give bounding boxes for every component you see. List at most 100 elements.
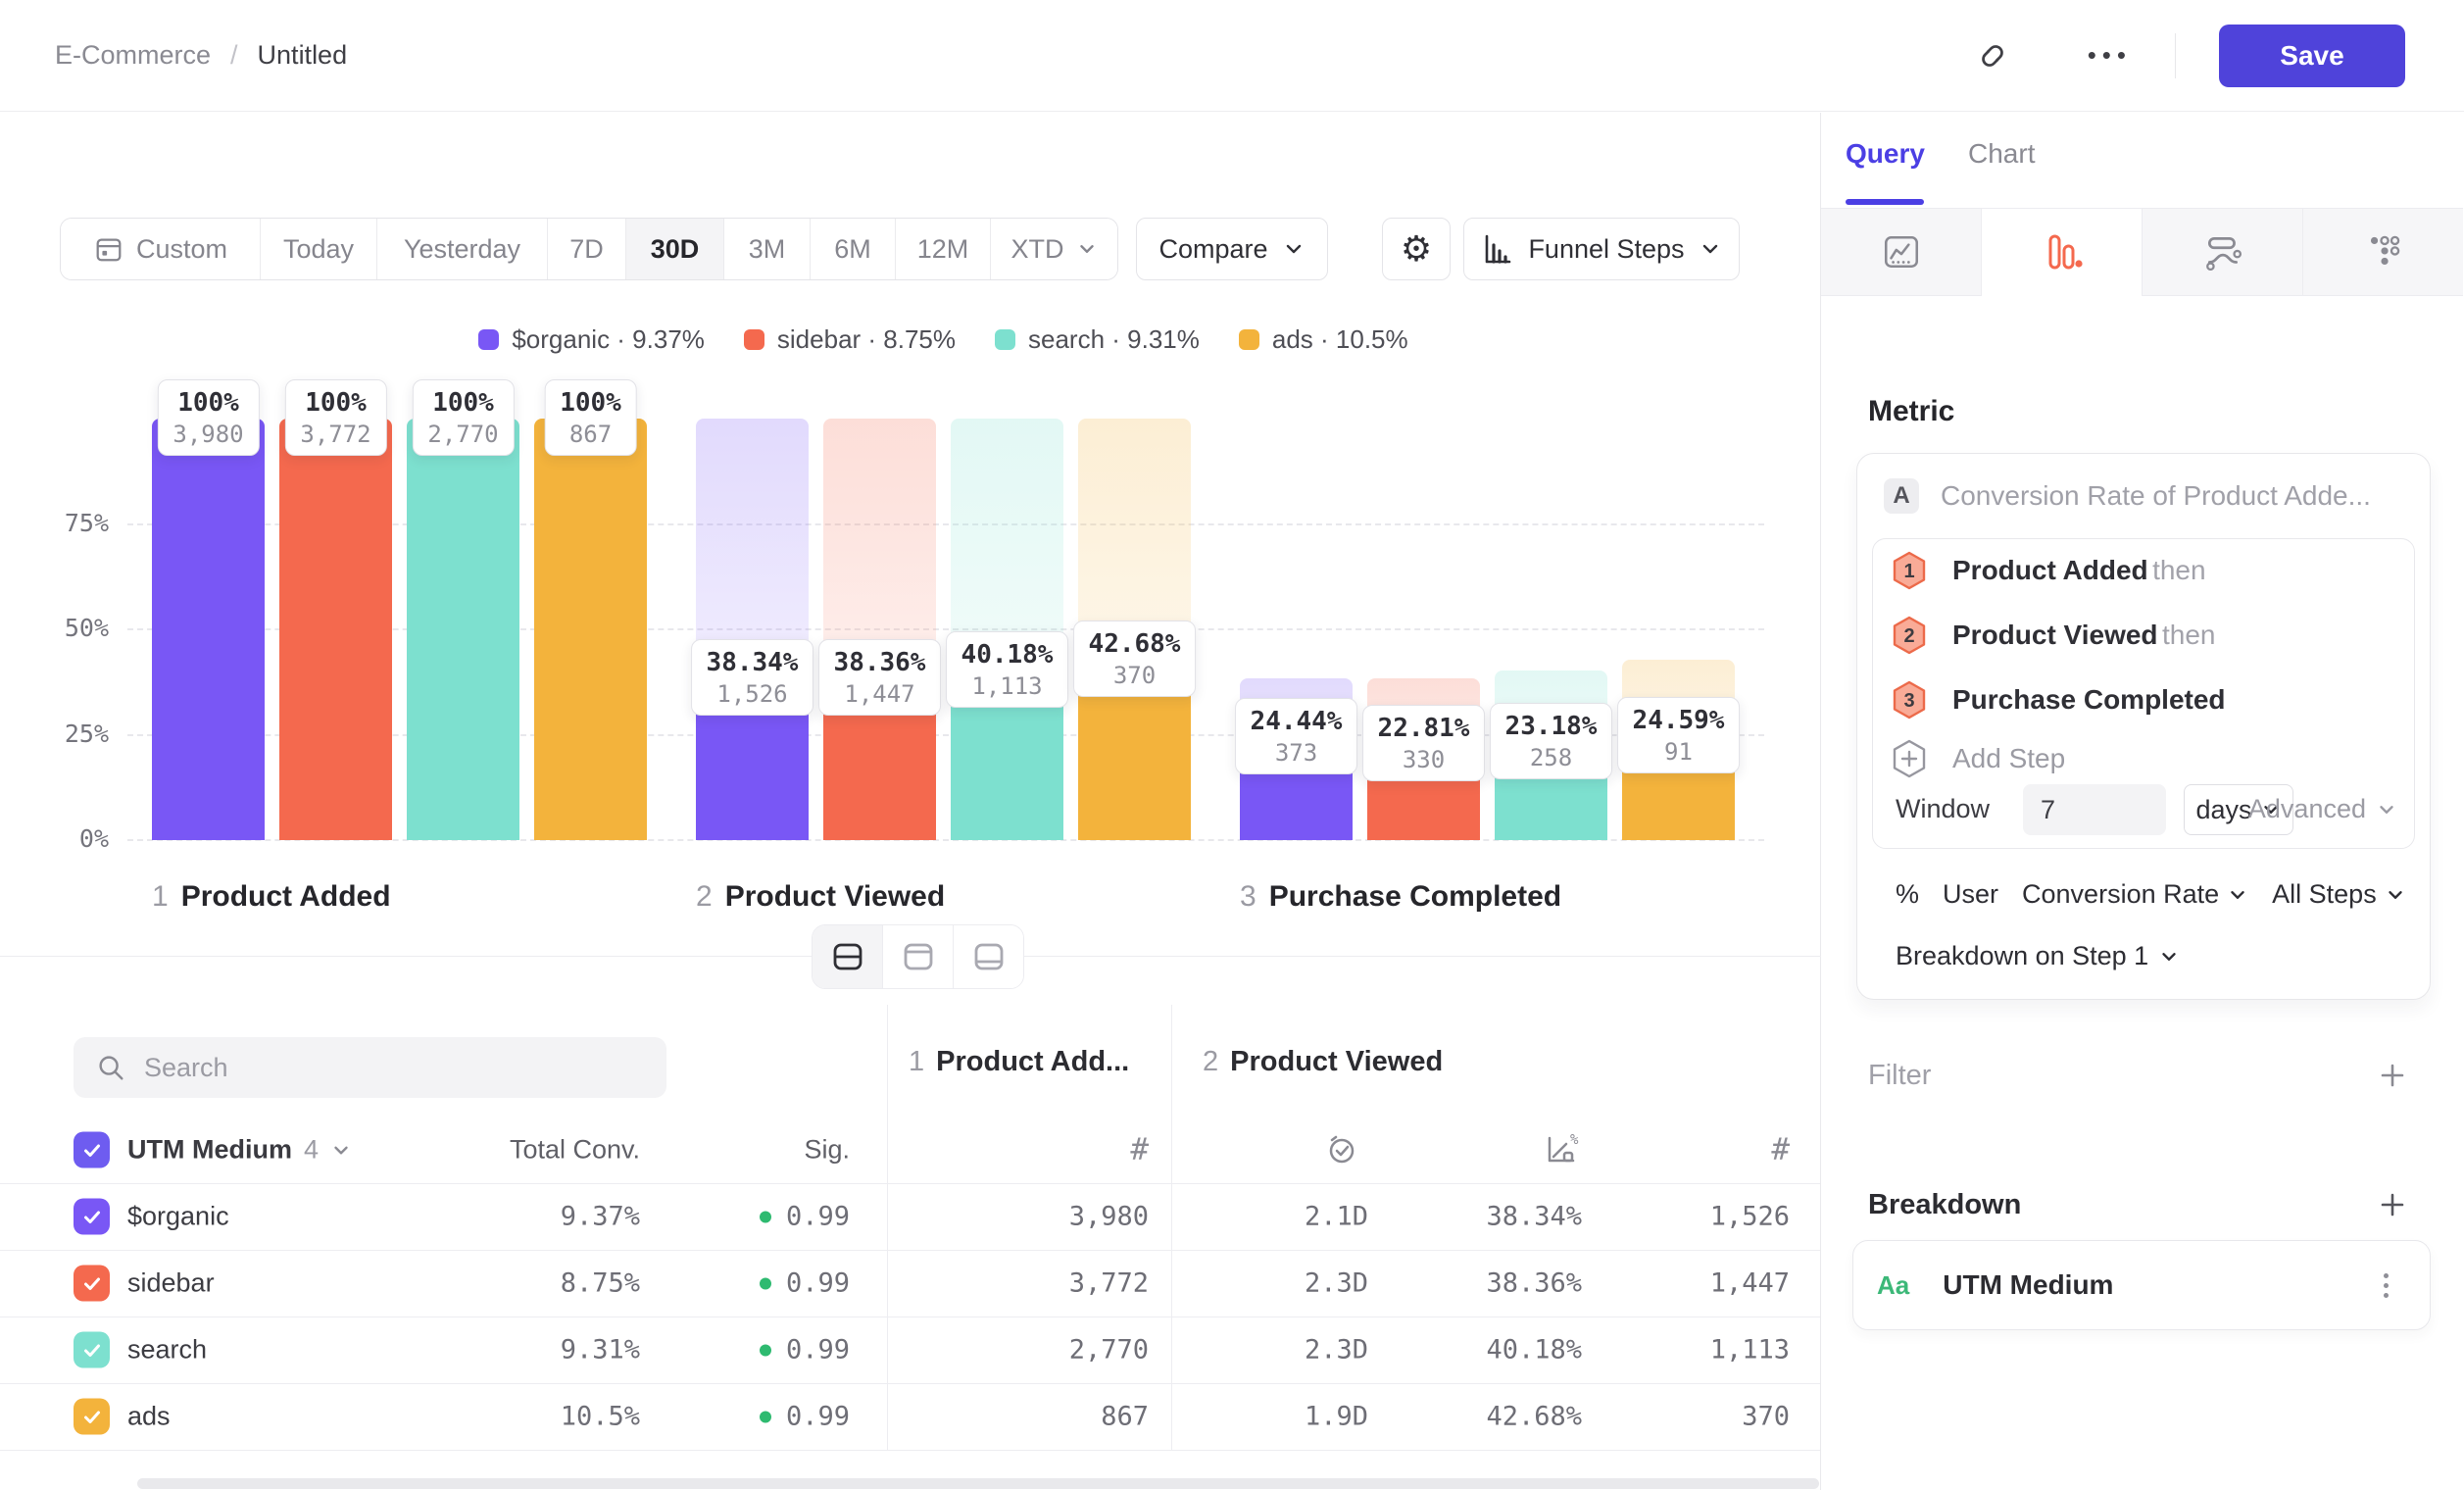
kebab-menu-icon[interactable] [2378,1267,2394,1304]
save-button[interactable]: Save [2219,25,2405,87]
funnel-bar[interactable] [407,419,519,840]
row-conv-rate: 38.34% [1486,1202,1582,1232]
bar-value-label: 100%3,980 [157,379,259,456]
bar-count: 373 [1251,738,1343,768]
row-step2-count: 1,113 [1710,1335,1790,1366]
table-group-header-step1: 1Product Add... [909,1046,1129,1078]
row-total-conv: 9.37% [561,1202,640,1232]
row-checkbox[interactable] [74,1266,110,1302]
query-step-name: Product Viewed [1952,620,2158,650]
svg-text:3: 3 [1903,690,1914,712]
breadcrumb-title[interactable]: Untitled [258,40,348,71]
total-conv-column-header[interactable]: Total Conv. [510,1135,640,1166]
more-menu-button[interactable]: ••• [2088,40,2132,71]
table-row[interactable]: sidebar8.75%0.993,7722.3D38.36%1,447 [0,1250,1820,1317]
query-step-1[interactable]: 1Product Added then [1892,551,2206,590]
funnel-bar[interactable] [152,419,265,840]
step-connector: then [2162,620,2216,650]
step-name: Product Added [181,880,391,913]
count-column-icon[interactable]: # [1130,1132,1149,1167]
bar-count: 1,447 [834,679,926,709]
layout-split-icon [829,938,866,975]
row-name: sidebar [127,1268,215,1299]
row-checkbox[interactable] [74,1399,110,1435]
metric-title-row[interactable]: A Conversion Rate of Product Adde... [1884,478,2371,514]
table-row[interactable]: ads10.5%0.998671.9D42.68%370 [0,1383,1820,1451]
bar-value-label: 100%867 [544,379,637,456]
measure-scope-dropdown[interactable]: All Steps [2272,879,2406,910]
converted-column-icon[interactable]: # [1771,1132,1790,1167]
add-breakdown-button[interactable] [2373,1185,2412,1224]
table-row[interactable]: $organic9.37%0.993,9802.1D38.34%1,526 [0,1183,1820,1251]
add-step-button[interactable]: Add Step [1892,739,2065,778]
select-all-checkbox[interactable] [74,1132,110,1168]
y-axis-tick: 0% [29,824,109,853]
bar-value-label: 24.59%91 [1617,697,1741,773]
measure-prefix: % [1896,879,1919,910]
time-to-convert-column-icon[interactable] [1322,1130,1361,1169]
report-content: CustomTodayYesterday7D30D3M6M12MXTD Comp… [0,113,1821,1490]
window-value-input[interactable] [2023,784,2166,835]
bar-percent: 42.68% [1089,627,1181,661]
chart-type-line-tab[interactable] [1821,209,1981,295]
table-row[interactable]: search9.31%0.992,7702.3D40.18%1,113 [0,1316,1820,1384]
bar-count: 1,113 [961,671,1054,701]
measure-entity[interactable]: User [1943,879,1998,910]
bar-count: 370 [1089,661,1181,690]
bar-percent: 38.34% [707,646,799,679]
search-input[interactable] [142,1052,666,1084]
chevron-down-icon [2227,884,2248,906]
breakdown-on-dropdown[interactable]: Breakdown on Step 1 [1896,941,2180,971]
bar-value-label: 38.34%1,526 [691,639,814,716]
funnel-bar[interactable] [534,419,647,840]
share-link-button[interactable] [1966,29,2019,82]
conversion-rate-column-icon[interactable]: % [1542,1130,1581,1169]
link-icon [1974,37,2011,74]
row-name: $organic [127,1202,229,1232]
dots-grid-icon [2363,231,2404,273]
row-checkbox[interactable] [74,1332,110,1368]
topbar-actions: ••• Save [1966,25,2405,87]
funnel-bar[interactable] [279,419,392,840]
bar-count: 867 [560,420,621,449]
row-name: search [127,1335,207,1366]
flow-sankey-icon [2202,231,2243,273]
query-step-name: Purchase Completed [1952,684,2226,715]
row-checkbox[interactable] [74,1199,110,1235]
chart-type-more-tab[interactable] [2302,209,2463,295]
advanced-toggle[interactable]: Advanced [2248,794,2397,824]
tab-query[interactable]: Query [1846,138,1925,170]
svg-text:1: 1 [1903,561,1914,582]
chart-type-flow-tab[interactable] [2142,209,2302,295]
breakdown-section: Breakdown [1868,1185,2412,1224]
step-connector: then [2152,555,2206,585]
svg-text:%: % [1570,1132,1579,1148]
breakdown-item-card[interactable]: Aa UTM Medium [1852,1240,2431,1330]
breakdown-label: Breakdown [1868,1189,2021,1221]
layout-chart-only-button[interactable] [882,925,953,988]
plus-icon [2377,1060,2408,1091]
check-icon [80,1138,104,1162]
query-step-2[interactable]: 2Product Viewed then [1892,616,2216,655]
breakdown-column-header[interactable]: UTM Medium 4 [127,1135,352,1166]
table-header-row: UTM Medium 4 Total Conv. Sig. # % [0,1117,1820,1184]
significance-dot [760,1277,771,1289]
sig-column-header[interactable]: Sig. [804,1135,850,1166]
metric-section-heading: Metric [1868,395,1954,428]
measured-as-row: % User Conversion Rate All Steps [1896,879,2406,910]
horizontal-scrollbar[interactable] [137,1478,1819,1489]
chart-type-funnel-tab[interactable] [1981,209,2142,295]
layout-split-button[interactable] [813,925,882,988]
layout-table-only-button[interactable] [953,925,1023,988]
breakdown-item-name: UTM Medium [1943,1269,2113,1301]
layout-top-icon [900,938,937,975]
main-area: CustomTodayYesterday7D30D3M6M12MXTD Comp… [0,113,2464,1490]
query-step-3[interactable]: 3 Purchase Completed [1892,680,2226,720]
add-filter-button[interactable] [2373,1056,2412,1095]
step-name: Purchase Completed [1269,880,1561,913]
line-chart-icon [1881,231,1922,273]
row-total-conv: 10.5% [561,1402,640,1432]
breadcrumb-project[interactable]: E-Commerce [55,40,211,71]
tab-chart[interactable]: Chart [1968,138,2035,170]
measure-metric-dropdown[interactable]: Conversion Rate [2022,879,2248,910]
